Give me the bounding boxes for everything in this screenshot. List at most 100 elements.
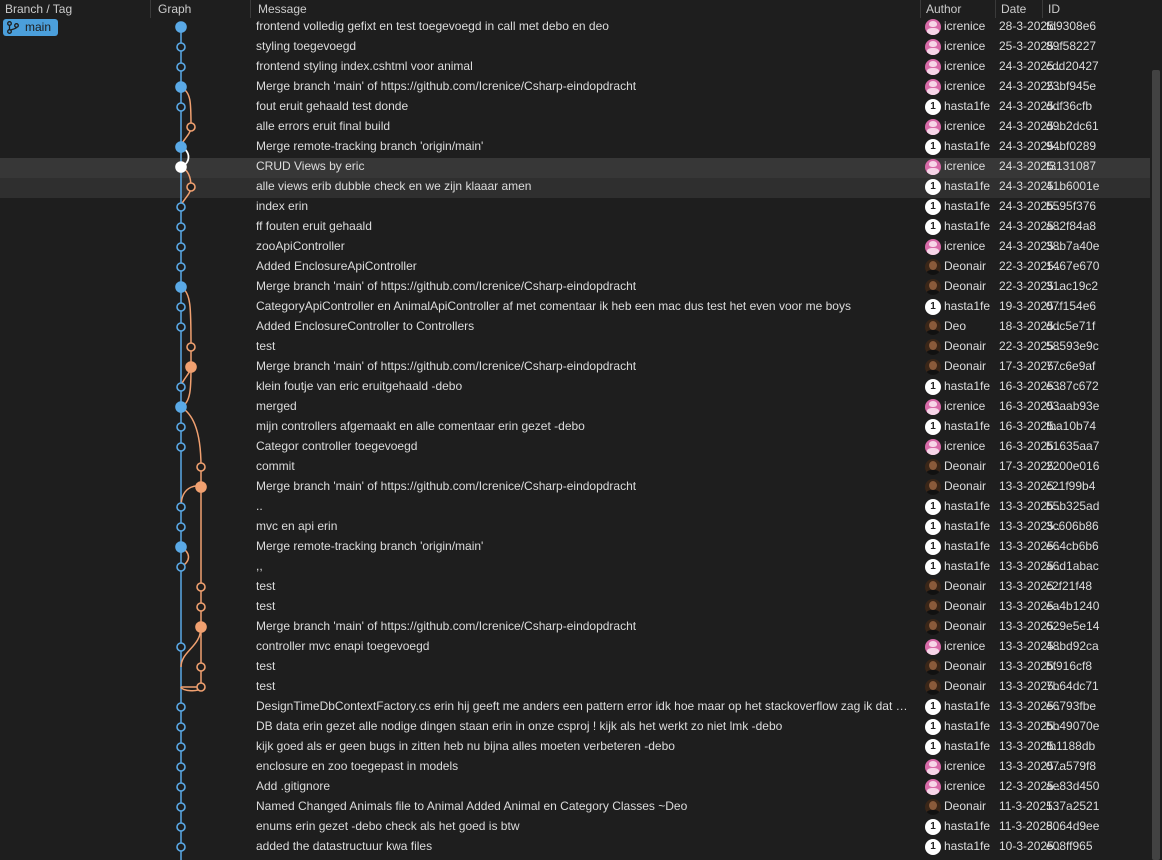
commit-row[interactable]: DesignTimeDbContextFactory.cs erin hij g…	[0, 698, 1150, 718]
commit-message: fout eruit gehaald test donde	[256, 99, 409, 113]
commit-row[interactable]: Added EnclosureController to Controllers…	[0, 318, 1150, 338]
commit-row[interactable]: Categor controller toegevoegd icrenice 16-…	[0, 438, 1150, 458]
commit-row[interactable]: alle views erib dubble check en we zijn …	[0, 178, 1150, 198]
author-avatar	[925, 799, 941, 815]
commit-row[interactable]: CategoryApiController en AnimalApiContro…	[0, 298, 1150, 318]
branch-tag-main[interactable]: main	[3, 19, 58, 36]
commit-row[interactable]: enclosure en zoo toegepast in models icre…	[0, 758, 1150, 778]
commit-message: alle views erib dubble check en we zijn …	[256, 179, 532, 193]
commit-row[interactable]: Add .gitignore icrenice 12-3-2025... ae83d4…	[0, 778, 1150, 798]
commit-row[interactable]: commit Deonair 17-3-2025... 2200e016	[0, 458, 1150, 478]
author-avatar	[925, 359, 941, 375]
commit-message: Merge remote-tracking branch 'origin/mai…	[256, 139, 484, 153]
column-divider[interactable]	[920, 0, 921, 18]
commit-message: DesignTimeDbContextFactory.cs erin hij g…	[256, 699, 910, 713]
commit-id: bb49070e	[1046, 719, 1100, 733]
commit-author: icrenice	[944, 119, 986, 133]
commit-row[interactable]: Merge branch 'main' of https://github.co…	[0, 278, 1150, 298]
commit-message: merged	[256, 399, 297, 413]
commit-row[interactable]: test Deonair 13-3-2025... c2f21f48	[0, 578, 1150, 598]
author-avatar	[925, 119, 941, 135]
commit-row[interactable]: ,, 1 hasta1fe 13-3-2025... a6d1abac	[0, 558, 1150, 578]
commit-row[interactable]: Named Changed Animals file to Animal Add…	[0, 798, 1150, 818]
column-message[interactable]: Message	[258, 2, 307, 16]
column-divider[interactable]	[150, 0, 151, 18]
commit-row[interactable]: test Deonair 13-3-2025... 7b64dc71	[0, 678, 1150, 698]
author-avatar	[925, 339, 941, 355]
column-divider[interactable]	[250, 0, 251, 18]
commit-row[interactable]: Merge remote-tracking branch 'origin/mai…	[0, 538, 1150, 558]
commit-row[interactable]: test Deonair 13-3-2025... ea4b1240	[0, 598, 1150, 618]
commit-id: fd9308e6	[1046, 19, 1097, 33]
author-avatar	[925, 439, 941, 455]
commit-row[interactable]: test Deonair 13-3-2025... bf916cf8	[0, 658, 1150, 678]
commit-message: Merge branch 'main' of https://github.co…	[256, 79, 637, 93]
commit-author: hasta1fe	[944, 819, 991, 833]
commit-row[interactable]: merged icrenice 16-3-2025... 03aab93e	[0, 398, 1150, 418]
author-avatar: 1	[925, 219, 941, 235]
commit-id: ea4b1240	[1046, 599, 1100, 613]
commit-author: Deonair	[944, 579, 987, 593]
commit-row[interactable]: test Deonair 22-3-2025... 58593e9c	[0, 338, 1150, 358]
column-graph[interactable]: Graph	[158, 2, 191, 16]
commit-row[interactable]: Merge branch 'main' of https://github.co…	[0, 618, 1150, 638]
commit-id: 8064d9ee	[1046, 819, 1100, 833]
commit-row[interactable]: controller mvc enapi toegevoegd icrenice 1…	[0, 638, 1150, 658]
commit-row[interactable]: zooApiController icrenice 24-3-2025... 38b7…	[0, 238, 1150, 258]
column-author[interactable]: Author	[926, 2, 961, 16]
commit-row[interactable]: Merge branch 'main' of https://github.co…	[0, 478, 1150, 498]
commit-row[interactable]: Merge remote-tracking branch 'origin/mai…	[0, 138, 1150, 158]
author-avatar	[925, 279, 941, 295]
commit-row[interactable]: klein foutje van eric eruitgehaald -debo…	[0, 378, 1150, 398]
commit-row[interactable]: .. 1 hasta1fe 13-3-2025... b5b325ad	[0, 498, 1150, 518]
commit-row[interactable]: frontend styling index.cshtml voor anima…	[0, 58, 1150, 78]
commit-row[interactable]: Merge branch 'main' of https://github.co…	[0, 78, 1150, 98]
commit-row[interactable]: added the datastructuur kwa files 1 hasta1…	[0, 838, 1150, 858]
vertical-scrollbar[interactable]	[1150, 18, 1162, 860]
author-avatar	[925, 59, 941, 75]
commit-message: enums erin gezet -debo check als het goe…	[256, 819, 520, 833]
commit-message: Add .gitignore	[256, 779, 331, 793]
commit-message: commit	[256, 459, 295, 473]
commit-row[interactable]: CRUD Views by eric icrenice 24-3-2025... f3…	[0, 158, 1150, 178]
commit-row[interactable]: fout eruit gehaald test donde 1 hasta1fe 24…	[0, 98, 1150, 118]
commit-message: kijk goed als er geen bugs in zitten heb…	[256, 739, 675, 753]
commit-id: 1467e670	[1046, 259, 1100, 273]
commit-author: icrenice	[944, 39, 986, 53]
commit-message: enclosure en zoo toegepast in models	[256, 759, 459, 773]
commit-row[interactable]: DB data erin gezet alle nodige dingen st…	[0, 718, 1150, 738]
commit-author: hasta1fe	[944, 719, 991, 733]
commit-row[interactable]: Added EnclosureApiController Deonair 22-3-…	[0, 258, 1150, 278]
commit-row[interactable]: mijn controllers afgemaakt en alle comen…	[0, 418, 1150, 438]
commit-message: test	[256, 339, 276, 353]
commit-row[interactable]: styling toegevoegd icrenice 25-3-2025... 89…	[0, 38, 1150, 58]
commit-row[interactable]: enums erin gezet -debo check als het goe…	[0, 818, 1150, 838]
commit-id: 07f154e6	[1046, 299, 1097, 313]
commit-row[interactable]: ff fouten eruit gehaald 1 hasta1fe 24-3-202…	[0, 218, 1150, 238]
commit-message: ff fouten eruit gehaald	[256, 219, 372, 233]
commit-author: hasta1fe	[944, 499, 991, 513]
commit-row[interactable]: frontend volledig gefixt en test toegevo…	[0, 18, 1150, 38]
commit-id: 629e5e14	[1046, 619, 1100, 633]
column-divider[interactable]	[1042, 0, 1043, 18]
branch-icon	[7, 21, 19, 34]
column-divider[interactable]	[995, 0, 996, 18]
commit-row[interactable]: kijk goed als er geen bugs in zitten heb…	[0, 738, 1150, 758]
column-branch-tag[interactable]: Branch / Tag	[5, 2, 72, 16]
commit-id: 23bf945e	[1046, 79, 1097, 93]
commit-message: DB data erin gezet alle nodige dingen st…	[256, 719, 783, 733]
commit-author: Deonair	[944, 619, 987, 633]
commit-id: a6d1abac	[1046, 559, 1099, 573]
commit-row[interactable]: mvc en api erin 1 hasta1fe 13-3-2025... 3c60…	[0, 518, 1150, 538]
scrollbar-thumb[interactable]	[1152, 70, 1160, 860]
column-id[interactable]: ID	[1048, 2, 1060, 16]
commit-row[interactable]: alle errors eruit final build icrenice 24-…	[0, 118, 1150, 138]
commit-id: 38b7a40e	[1046, 239, 1100, 253]
commit-row[interactable]: Merge branch 'main' of https://github.co…	[0, 358, 1150, 378]
column-date[interactable]: Date	[1001, 2, 1026, 16]
commit-message: Merge branch 'main' of https://github.co…	[256, 479, 637, 493]
author-avatar	[925, 659, 941, 675]
commit-author: Deonair	[944, 799, 987, 813]
commit-author: icrenice	[944, 639, 986, 653]
commit-row[interactable]: index erin 1 hasta1fe 24-3-2025... b595f376	[0, 198, 1150, 218]
